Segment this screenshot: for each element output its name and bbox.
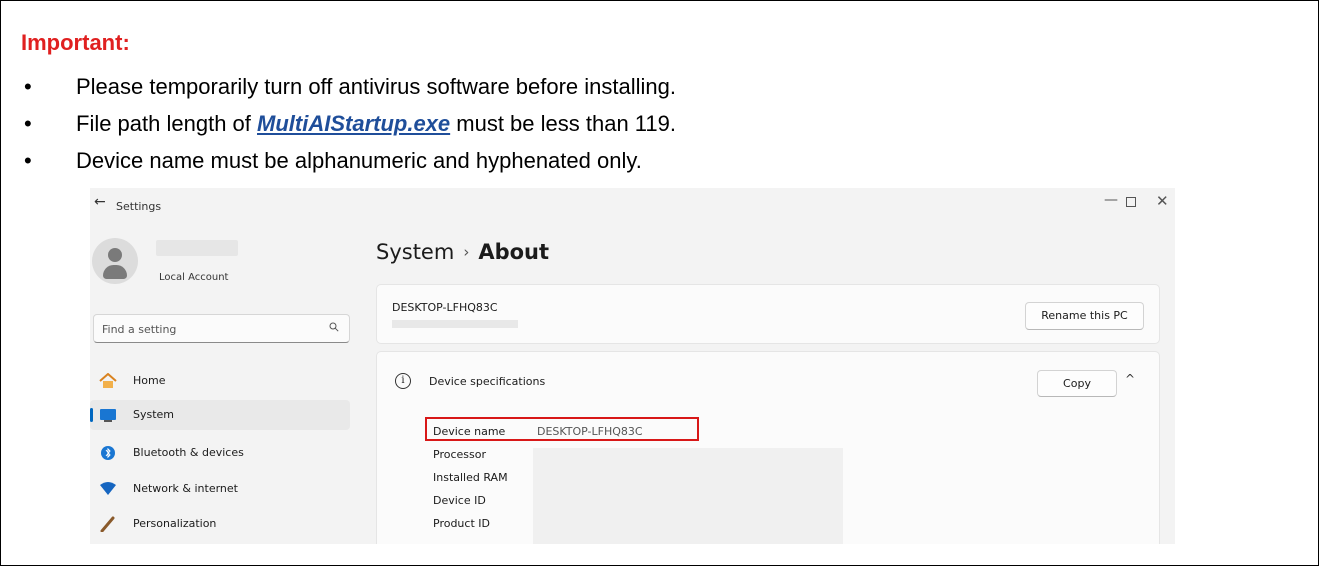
home-icon [99, 373, 117, 388]
instruction-text: Device name must be alphanumeric and hyp… [76, 148, 642, 173]
account-type-label: Local Account [159, 272, 229, 283]
device-specs-title: Device specifications [429, 375, 546, 388]
maximize-icon[interactable] [1126, 197, 1136, 207]
instruction-text-before: File path length of [76, 111, 258, 136]
breadcrumb-parent[interactable]: System [376, 240, 454, 264]
sidebar-item-personalization[interactable]: Personalization [90, 509, 350, 539]
search-placeholder: Find a setting [102, 323, 177, 336]
instruction-text-after: must be less than 119. [450, 111, 676, 136]
avatar-head [108, 248, 122, 262]
redacted-model [392, 320, 518, 328]
minimize-icon[interactable]: — [1104, 192, 1118, 208]
bullet: • [24, 111, 32, 136]
active-indicator [90, 408, 93, 422]
breadcrumb: System › About [376, 240, 549, 264]
important-heading: Important: [21, 30, 130, 55]
avatar[interactable] [92, 238, 138, 284]
copy-button[interactable]: Copy [1037, 370, 1117, 397]
spec-label: Installed RAM [433, 471, 508, 484]
brush-icon [100, 516, 115, 532]
page-title: About [478, 240, 550, 264]
sidebar-item-network[interactable]: Network & internet [90, 474, 350, 504]
redacted-account-name [156, 240, 238, 256]
bluetooth-icon [101, 446, 115, 460]
spec-label: Processor [433, 448, 486, 461]
pc-name-card: DESKTOP-LFHQ83C Rename this PC [376, 284, 1160, 344]
sidebar-item-system[interactable]: System [90, 400, 350, 430]
instruction-text: Please temporarily turn off antivirus so… [76, 74, 676, 99]
settings-window-screenshot: ← Settings — ✕ Local Account Find a sett… [90, 188, 1175, 544]
spec-label: Device ID [433, 494, 486, 507]
sidebar-item-home[interactable]: Home [90, 366, 350, 396]
instruction-text: File path length of MultiAIStartup.exe m… [76, 111, 676, 137]
spec-label: Product ID [433, 517, 490, 530]
system-icon [100, 409, 116, 422]
redacted-spec-values [533, 448, 843, 544]
sidebar-item-label: Bluetooth & devices [133, 446, 244, 459]
sidebar-item-label: Home [133, 374, 166, 387]
bullet: • [24, 148, 32, 173]
info-icon: i [395, 373, 411, 389]
search-icon [329, 322, 339, 332]
sidebar-item-bluetooth[interactable]: Bluetooth & devices [90, 438, 350, 468]
sidebar-item-label: System [133, 408, 175, 421]
avatar-body [103, 265, 127, 279]
rename-pc-button[interactable]: Rename this PC [1025, 302, 1144, 330]
breadcrumb-separator: › [463, 243, 470, 261]
filename-link[interactable]: MultiAIStartup.exe [257, 111, 450, 136]
window-title: Settings [116, 200, 162, 213]
chevron-up-icon[interactable]: ^ [1125, 372, 1135, 386]
search-field[interactable]: Find a setting [93, 314, 350, 343]
device-name-highlight [425, 417, 699, 441]
bullet: • [24, 74, 32, 99]
pc-name: DESKTOP-LFHQ83C [392, 301, 498, 314]
close-icon[interactable]: ✕ [1156, 192, 1169, 210]
back-arrow-icon[interactable]: ← [94, 194, 106, 210]
sidebar-item-label: Personalization [133, 517, 217, 530]
sidebar-item-label: Network & internet [133, 482, 238, 495]
wifi-icon [100, 482, 116, 495]
